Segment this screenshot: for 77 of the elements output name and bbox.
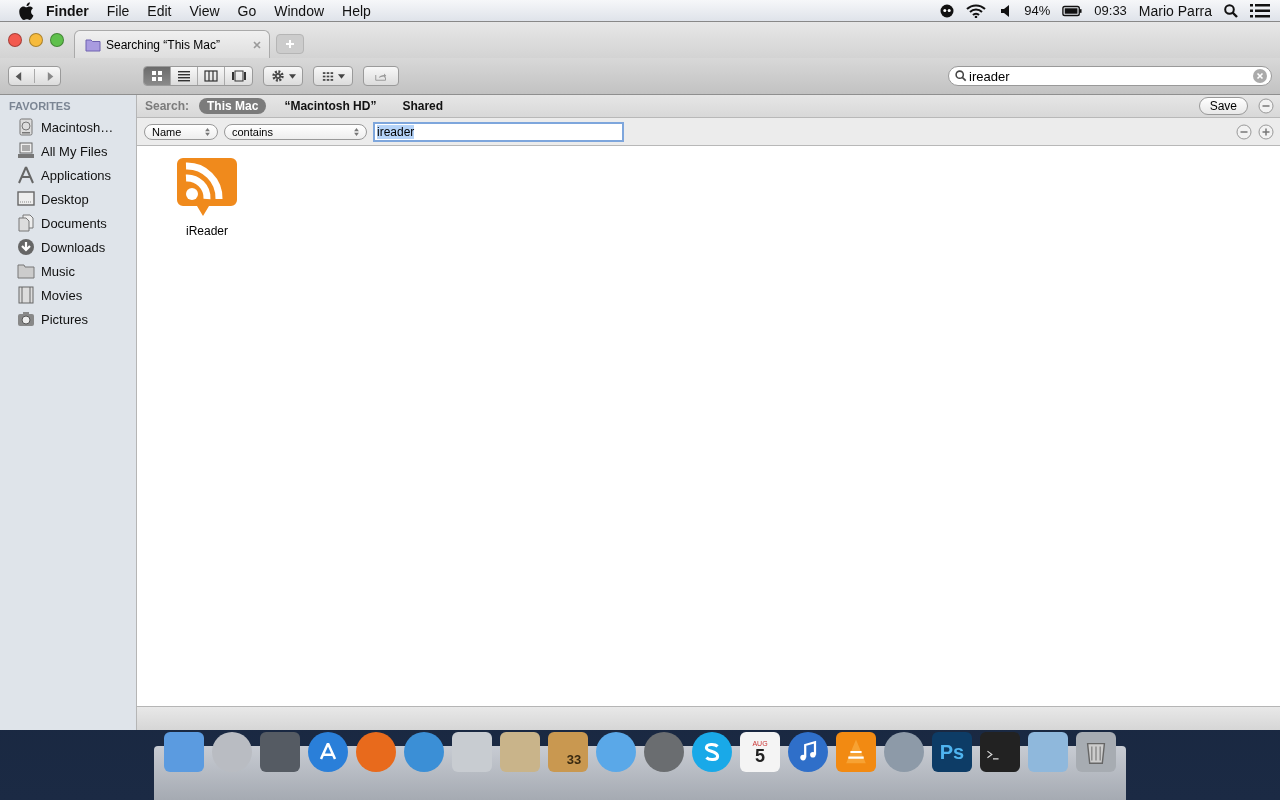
menu-item[interactable]: File [106,2,130,19]
search-field[interactable]: ireader [948,66,1272,86]
files-icon [17,142,35,160]
sidebar-item[interactable]: Desktop [0,187,136,211]
scope-button[interactable]: This Mac [199,98,267,114]
operator-dropdown[interactable]: contains [224,123,367,140]
plus-icon [285,39,295,49]
wifi-icon[interactable] [966,3,987,18]
remove-icon[interactable] [1236,123,1252,140]
search-label: Search: [145,99,190,113]
menu-item[interactable]: View [189,2,220,19]
grid-icon [321,70,334,82]
remove-icon[interactable] [1258,98,1274,114]
action-menu-button[interactable] [263,66,303,86]
menu-app-name[interactable]: Finder [46,2,89,19]
save-button[interactable]: Save [1198,97,1248,115]
sidebar-item[interactable]: All My Files [0,139,136,163]
list-icon[interactable] [1250,3,1270,18]
appstore-app-icon[interactable] [308,732,348,772]
downloads-icon [17,238,35,256]
terminal-app-icon[interactable] [980,732,1020,772]
add-icon[interactable] [1258,123,1274,140]
movies-icon [17,286,35,304]
prompt-icon [986,750,1000,760]
sidebar-heading: FAVORITES [8,100,72,114]
sidebar-item[interactable]: Downloads [0,235,136,259]
share-button[interactable] [363,66,399,86]
icons-view-button[interactable] [144,67,171,85]
caret-icon [337,73,345,79]
photoshop-app-icon[interactable]: Ps [932,732,972,772]
scope-button[interactable]: “Macintosh HD” [276,98,385,114]
coverflow-view-icon [231,70,246,82]
sidebar-item[interactable]: Applications [0,163,136,187]
battery-percentage: 94% [1024,3,1051,18]
skype-app-icon[interactable] [692,732,732,772]
user-name[interactable]: Mario Parra [1138,2,1212,19]
attribute-dropdown[interactable]: Name [144,123,218,140]
back-forward-control[interactable] [8,66,61,86]
menu-item[interactable]: Edit [147,2,172,19]
clock[interactable]: 09:33 [1094,3,1127,18]
criteria-input[interactable]: ireader [373,121,624,142]
sidebar-item[interactable]: Documents [0,211,136,235]
icons-view-icon [150,70,164,82]
sidebar-item[interactable]: Macintosh… [0,115,136,139]
menu-item[interactable]: Go [237,2,257,19]
search-icon [955,70,967,82]
music-app-icon[interactable] [788,732,828,772]
arrange-menu-button[interactable] [313,66,353,86]
list-view-icon [177,70,191,82]
file-name[interactable]: iReader [186,224,228,238]
sidebar-item[interactable]: Music [0,259,136,283]
battery-icon[interactable] [1062,3,1083,18]
apps-icon [17,166,35,184]
stepper-arrows-icon [354,127,359,136]
tab-title: Searching “This Mac” [106,37,222,52]
desktop-icon [17,190,35,208]
sidebar-item[interactable]: Movies [0,283,136,307]
zoom-button[interactable] [50,33,64,47]
trash-app-icon[interactable] [1076,732,1116,772]
camera-icon [17,310,35,328]
apple-icon[interactable] [18,1,34,20]
stepper-arrows-icon [205,127,210,136]
columns-view-icon [204,70,218,82]
docs-icon [17,214,35,232]
sidebar-item[interactable]: Pictures [0,307,136,331]
folder-icon [85,37,101,52]
menu-item[interactable]: Window [274,2,325,19]
search-icon[interactable] [1224,3,1238,18]
close-button[interactable] [8,33,22,47]
scope-button[interactable]: Shared [394,98,452,114]
package-app-icon[interactable]: 33 [548,732,588,772]
robot-face-icon[interactable] [940,3,955,18]
folder-icon [17,262,35,280]
menu-item[interactable]: Help [342,2,371,19]
caret-icon [288,73,296,79]
window-tab[interactable]: Searching “This Mac” [74,30,270,58]
gear-icon [270,69,285,83]
